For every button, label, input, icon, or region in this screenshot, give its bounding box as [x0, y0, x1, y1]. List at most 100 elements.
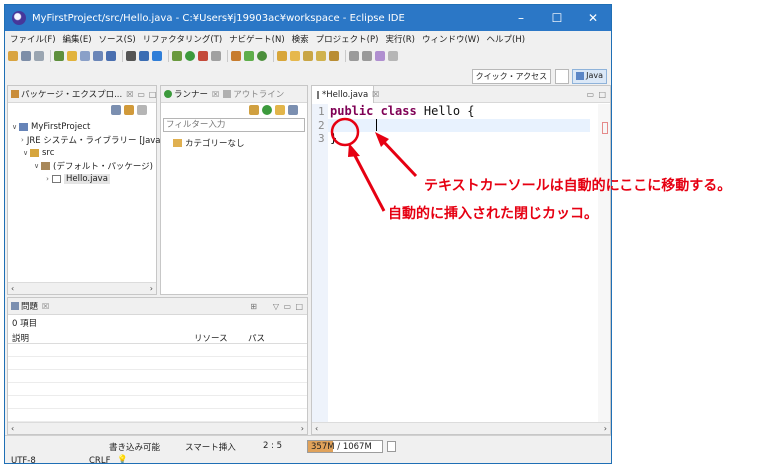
open-perspective-button[interactable] [555, 68, 570, 84]
console-icon[interactable] [139, 51, 149, 61]
tree-node-label: src [42, 147, 55, 158]
tree-node-project[interactable]: ∨ MyFirstProject [8, 120, 156, 133]
new-package-icon[interactable] [244, 51, 254, 61]
outline-tab[interactable]: アウトライン [223, 88, 284, 100]
view-menu-icon[interactable]: ▽ [273, 302, 279, 311]
settings-icon[interactable] [126, 51, 136, 61]
maximize-button[interactable]: ☐ [539, 5, 575, 31]
save-icon[interactable] [21, 51, 31, 61]
external-tools-icon[interactable] [198, 51, 208, 61]
column-path[interactable]: パス [248, 332, 265, 344]
lightbulb-icon[interactable]: 💡 [117, 455, 128, 463]
menu-refactor[interactable]: リファクタリング(T) [143, 33, 223, 45]
code-line-1[interactable]: public class Hello { [330, 104, 475, 118]
mark-icon[interactable] [93, 51, 103, 61]
toggle-icon[interactable] [80, 51, 90, 61]
run-icon[interactable] [185, 51, 195, 61]
maximize-view-icon[interactable]: □ [149, 90, 156, 99]
target-icon[interactable] [152, 51, 162, 61]
runner-folder-icon[interactable] [275, 105, 285, 115]
runner-tab[interactable]: ランナー ☒ [164, 88, 219, 100]
code-line-3[interactable]: } [330, 131, 337, 145]
minimize-view-icon[interactable]: ▭ [283, 302, 291, 311]
heap-status[interactable]: 357M / 1067M [307, 440, 383, 453]
expand-twisty-icon[interactable]: ∨ [32, 162, 41, 170]
maximize-view-icon[interactable]: □ [598, 90, 606, 99]
open-type-icon[interactable] [277, 51, 287, 61]
java-perspective-button[interactable]: Java [572, 68, 607, 84]
link-editor-icon[interactable] [124, 105, 134, 115]
prev-annotation-icon[interactable] [362, 51, 372, 61]
minimize-view-icon[interactable]: ▭ [137, 90, 145, 99]
menu-window[interactable]: ウィンドウ(W) [422, 33, 480, 45]
runner-add-icon[interactable] [249, 105, 259, 115]
scroll-right-icon[interactable]: › [150, 284, 153, 293]
tab-close-icon[interactable]: ☒ [212, 90, 219, 99]
maximize-view-icon[interactable]: □ [295, 302, 303, 311]
collapse-all-icon[interactable] [111, 105, 121, 115]
paragraph-icon[interactable] [106, 51, 116, 61]
tab-close-icon[interactable]: ☒ [126, 90, 133, 99]
tree-node-src[interactable]: ∨ src [8, 146, 156, 159]
menu-file[interactable]: ファイル(F) [10, 33, 56, 45]
view-menu-icon[interactable] [137, 105, 147, 115]
problems-tab[interactable]: 問題 ☒ [11, 300, 49, 312]
print-icon[interactable] [34, 51, 44, 61]
tab-close-icon[interactable]: ☒ [372, 90, 379, 99]
tree-node-label: MyFirstProject [31, 121, 91, 132]
menu-run[interactable]: 実行(R) [385, 33, 415, 45]
new-icon[interactable] [8, 51, 18, 61]
filter-input[interactable] [163, 118, 305, 132]
menu-search[interactable]: 検索 [292, 33, 309, 45]
collapsed-twisty-icon[interactable]: › [21, 136, 24, 144]
tree-node-jre[interactable]: › JRE システム・ライブラリー [Java [8, 133, 161, 146]
quick-access-field[interactable]: クイック・アクセス [471, 68, 552, 84]
close-button[interactable]: ✕ [575, 5, 611, 31]
coverage-icon[interactable] [211, 51, 221, 61]
tab-close-icon[interactable]: ☒ [42, 302, 49, 311]
column-resource[interactable]: リソース [194, 332, 228, 344]
editor-tab-hello[interactable]: *Hello.java ☒ [312, 86, 379, 103]
menu-navigate[interactable]: ナビゲート(N) [229, 33, 285, 45]
menu-source[interactable]: ソース(S) [99, 33, 136, 45]
menu-help[interactable]: ヘルプ(H) [487, 33, 526, 45]
editor-horizontal-scrollbar[interactable]: ‹ › [312, 422, 610, 434]
pencil-icon[interactable] [67, 51, 77, 61]
menu-project[interactable]: プロジェクト(P) [316, 33, 379, 45]
tree-node-hello-java[interactable]: › Hello.java [8, 172, 156, 185]
garbage-collect-icon[interactable] [387, 441, 396, 452]
scroll-left-icon[interactable]: ‹ [11, 284, 14, 293]
category-item[interactable]: カテゴリーなし [173, 136, 245, 149]
search-icon[interactable] [303, 51, 313, 61]
runner-header: ランナー ☒ アウトライン [161, 86, 307, 103]
runner-collapse-icon[interactable] [288, 105, 298, 115]
collapsed-twisty-icon[interactable]: › [43, 175, 52, 183]
problems-tab-label: 問題 [21, 302, 39, 312]
run-debug-icon[interactable] [172, 51, 182, 61]
open-folder-icon[interactable] [290, 51, 300, 61]
text-cursor [376, 119, 377, 131]
annotation-icon[interactable] [316, 51, 326, 61]
minimize-button[interactable]: – [503, 5, 539, 31]
filter-icon[interactable]: ⊞ [250, 302, 257, 311]
problems-header: 問題 ☒ ⊞ ▽ ▭ □ [8, 298, 307, 315]
menu-edit[interactable]: 編集(E) [63, 33, 92, 45]
horizontal-scrollbar[interactable]: ‹ › [8, 282, 156, 294]
column-description[interactable]: 説明 [12, 332, 29, 344]
package-explorer-tab[interactable]: パッケージ・エクスプロ... ☒ [11, 88, 133, 100]
new-class-icon[interactable] [257, 51, 267, 61]
minimize-view-icon[interactable]: ▭ [586, 90, 594, 99]
problems-horizontal-scrollbar[interactable]: ‹ › [8, 422, 307, 434]
forward-icon[interactable] [388, 51, 398, 61]
line-number: 2 [318, 119, 325, 132]
runner-run-icon[interactable] [262, 105, 272, 115]
tree-node-default-package[interactable]: ∨ (デフォルト・パッケージ) [8, 159, 156, 172]
new-java-project-icon[interactable] [231, 51, 241, 61]
back-icon[interactable] [375, 51, 385, 61]
expand-twisty-icon[interactable]: ∨ [10, 123, 19, 131]
vertical-scrollbar[interactable] [598, 104, 610, 422]
last-edit-icon[interactable] [329, 51, 339, 61]
expand-twisty-icon[interactable]: ∨ [21, 149, 30, 157]
debug-icon[interactable] [54, 51, 64, 61]
next-annotation-icon[interactable] [349, 51, 359, 61]
